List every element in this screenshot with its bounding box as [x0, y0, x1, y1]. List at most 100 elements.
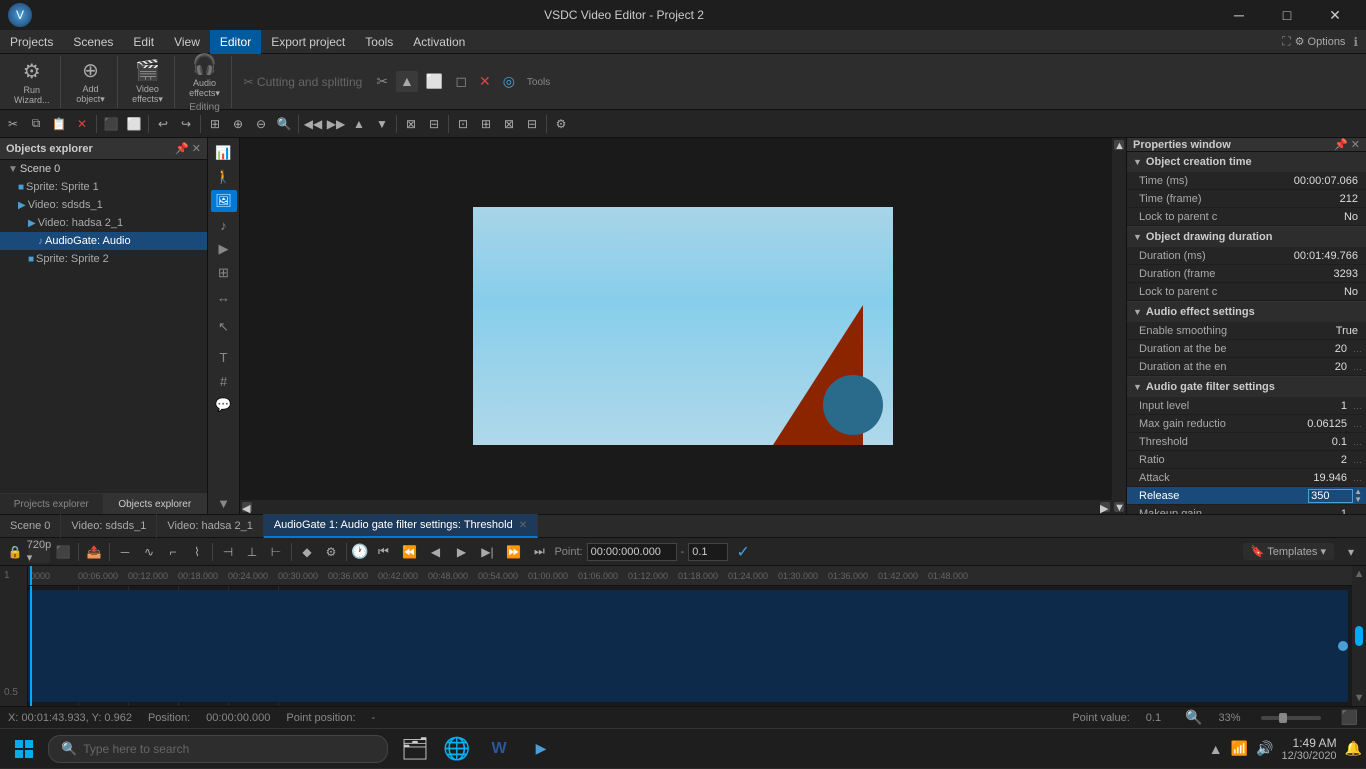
menu-scenes[interactable]: Scenes: [63, 30, 123, 54]
prop-close-button[interactable]: ✕: [1351, 138, 1360, 151]
deselect-button[interactable]: ⬜: [123, 113, 145, 135]
duration-begin-edit[interactable]: …: [1353, 344, 1362, 354]
add-object-button[interactable]: ⊕ Addobject▾: [71, 56, 111, 107]
btab-audiogate[interactable]: AudioGate 1: Audio gate filter settings:…: [264, 514, 538, 538]
cursor-vert-btn[interactable]: ↖: [211, 316, 237, 338]
timeline-track[interactable]: [28, 586, 1352, 706]
split-button[interactable]: ⊡: [452, 113, 474, 135]
tl-diamond-btn[interactable]: ◆: [296, 541, 318, 563]
tree-scene0[interactable]: ▼ Scene 0: [0, 160, 207, 178]
minimize-button[interactable]: ─: [1216, 0, 1262, 30]
taskbar-vsdc[interactable]: ▶: [522, 730, 560, 768]
btab-audiogate-close[interactable]: ✕: [519, 520, 527, 531]
tl-confirm-btn[interactable]: ✓: [732, 541, 754, 563]
join2-button[interactable]: ⊟: [521, 113, 543, 135]
btab-video-sdsds[interactable]: Video: sdsds_1: [61, 514, 157, 538]
music-button[interactable]: ♪: [211, 214, 237, 236]
close-button[interactable]: ✕: [1312, 0, 1358, 30]
tl-value-input[interactable]: [688, 543, 728, 561]
tree-video-sdsds[interactable]: ▶ Video: sdsds_1: [0, 196, 207, 214]
undo-button[interactable]: ↩: [152, 113, 174, 135]
fit-icon[interactable]: ⬛: [1341, 709, 1358, 726]
ratio-edit[interactable]: …: [1353, 455, 1362, 465]
tl-view-btn[interactable]: 720p ▾: [28, 541, 50, 563]
scroll-left-btn[interactable]: ◀: [242, 502, 252, 512]
menu-export[interactable]: Export project: [261, 30, 355, 54]
cursor-icon[interactable]: ▲: [396, 71, 418, 92]
run-wizard-button[interactable]: ⚙ RunWizard...: [10, 57, 54, 107]
hashtag-btn[interactable]: #: [211, 370, 237, 392]
redo-button[interactable]: ↪: [175, 113, 197, 135]
tl-point-input[interactable]: [587, 543, 677, 561]
tl-scroll-down[interactable]: ▼: [1354, 692, 1365, 704]
close-panel-button[interactable]: ✕: [192, 142, 201, 155]
input-level-edit[interactable]: …: [1353, 401, 1362, 411]
tl-mode-btn[interactable]: ⬛: [52, 541, 74, 563]
maximize-button[interactable]: □: [1264, 0, 1310, 30]
threshold-edit[interactable]: …: [1353, 437, 1362, 447]
tl-gear2-btn[interactable]: ⚙: [320, 541, 342, 563]
notification-icon[interactable]: 🔔: [1345, 740, 1362, 757]
tl-scroll-thumb[interactable]: [1355, 626, 1363, 646]
split2-button[interactable]: ⊠: [498, 113, 520, 135]
select-rect2-icon[interactable]: ◻: [451, 71, 471, 92]
cut-button[interactable]: ✂: [2, 113, 24, 135]
copy-button[interactable]: ⧉: [25, 113, 47, 135]
tl-line-btn[interactable]: ─: [114, 541, 136, 563]
taskbar-files[interactable]: 🗂: [396, 730, 434, 768]
objects-explorer-tab[interactable]: Objects explorer: [104, 494, 208, 514]
tl-play-btn[interactable]: ▶: [450, 541, 472, 563]
tl-scroll-up[interactable]: ▲: [1354, 568, 1365, 580]
select-all-button[interactable]: ⬛: [100, 113, 122, 135]
attack-edit[interactable]: …: [1353, 473, 1362, 483]
tree-audiogate[interactable]: ♪ AudioGate: Audio: [0, 232, 207, 250]
volume-icon[interactable]: 🔊: [1256, 740, 1273, 757]
btab-scene0[interactable]: Scene 0: [0, 514, 61, 538]
object-creation-header[interactable]: ▼ Object creation time: [1127, 152, 1366, 172]
circle-icon[interactable]: ◎: [499, 71, 519, 92]
audio-effect-header[interactable]: ▼ Audio effect settings: [1127, 302, 1366, 322]
tl-prev-frame[interactable]: ⏪: [398, 541, 420, 563]
video-frame-button[interactable]: 🖼: [211, 190, 237, 212]
projects-explorer-tab[interactable]: Projects explorer: [0, 494, 104, 514]
zoom-thumb[interactable]: [1279, 713, 1287, 723]
network-icon[interactable]: 📶: [1231, 740, 1248, 757]
scroll-down-btn[interactable]: ▼: [1114, 502, 1124, 512]
tl-templates-btn[interactable]: 🔖 Templates ▾: [1243, 543, 1334, 560]
move-down-button[interactable]: ▼: [371, 113, 393, 135]
tl-prev-btn[interactable]: ◀: [424, 541, 446, 563]
taskbar-browser[interactable]: 🌐: [438, 730, 476, 768]
magnet-button[interactable]: ⊠: [400, 113, 422, 135]
tl-next-frame[interactable]: ⏩: [502, 541, 524, 563]
zoom-slider[interactable]: [1261, 716, 1321, 720]
person-button[interactable]: 🚶: [211, 166, 237, 188]
release-input[interactable]: [1308, 489, 1353, 503]
tl-lock-btn[interactable]: 🔒: [4, 541, 26, 563]
paste-button[interactable]: 📋: [48, 113, 70, 135]
menu-edit[interactable]: Edit: [123, 30, 164, 54]
bubble-btn[interactable]: 💬: [211, 394, 237, 416]
btab-video-hadsa[interactable]: Video: hadsa 2_1: [157, 514, 263, 538]
tree-sprite2[interactable]: ■ Sprite: Sprite 2: [0, 250, 207, 268]
tl-next-btn[interactable]: ▶|: [476, 541, 498, 563]
tree-video-hadsa[interactable]: ▶ Video: hadsa 2_1: [0, 214, 207, 232]
menu-tools[interactable]: Tools: [355, 30, 403, 54]
delete-icon[interactable]: ✕: [475, 71, 495, 92]
tl-export-btn[interactable]: 📤: [83, 541, 105, 563]
duration-end-edit[interactable]: …: [1353, 362, 1362, 372]
arrow-vert-btn[interactable]: ↔: [211, 286, 237, 308]
tl-step-btn[interactable]: ⌐: [162, 541, 184, 563]
chevron-up-icon[interactable]: ▲: [1209, 741, 1223, 757]
tl-align-right-btn[interactable]: ⊢: [265, 541, 287, 563]
grid-button[interactable]: ⊟: [423, 113, 445, 135]
tl-align-center-btn[interactable]: ⊥: [241, 541, 263, 563]
start-button[interactable]: [4, 729, 44, 769]
menu-activation[interactable]: Activation: [403, 30, 475, 54]
scroll-up-btn[interactable]: ▲: [1114, 140, 1124, 150]
prop-pin-button[interactable]: 📌: [1334, 138, 1348, 151]
taskbar-search[interactable]: 🔍 Type here to search: [48, 735, 388, 763]
video-effects-button[interactable]: 🎬 Videoeffects▾: [128, 56, 168, 107]
select-rect-icon[interactable]: ⬜: [422, 71, 447, 92]
menu-projects[interactable]: Projects: [0, 30, 63, 54]
grid-vert-btn[interactable]: ⊞: [211, 262, 237, 284]
